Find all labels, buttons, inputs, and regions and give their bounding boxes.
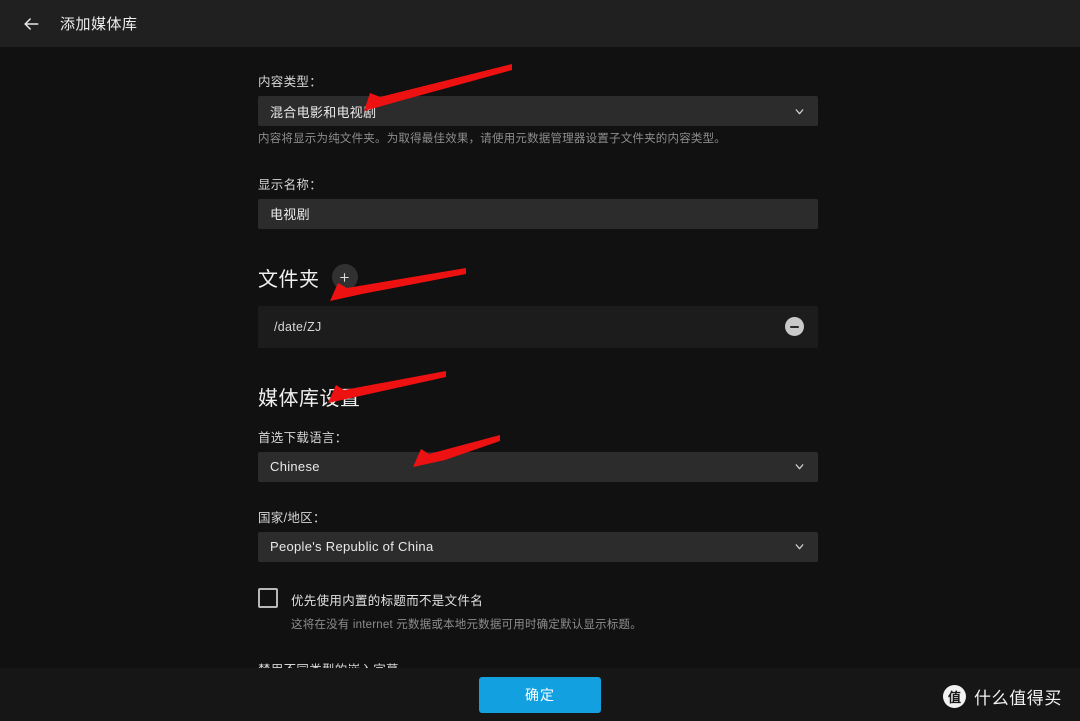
country-value: People's Republic of China: [270, 539, 434, 555]
plus-icon: [340, 272, 349, 282]
country-label: 国家/地区：: [258, 510, 326, 525]
add-folder-button[interactable]: [331, 264, 358, 291]
library-settings-header: 媒体库设置: [258, 382, 818, 411]
prefer-embedded-titles-checkbox[interactable]: [258, 587, 278, 608]
page-title: 添加媒体库: [60, 16, 138, 33]
back-button[interactable]: [14, 7, 48, 41]
content-type-field: 内容类型： 混合电影和电视剧 内容将显示为纯文件夹。为取得最佳效果，请使用元数据…: [258, 71, 818, 148]
prefer-embedded-titles-help: 这将在没有 internet 元数据或本地元数据可用时确定默认显示标题。: [291, 618, 642, 631]
country-select[interactable]: People's Republic of China: [258, 531, 818, 562]
bottom-bar: 确定: [0, 668, 1080, 721]
watermark: 值 什么值得买: [943, 684, 1062, 709]
content-type-value: 混合电影和电视剧: [270, 104, 377, 120]
preferred-language-value: Chinese: [270, 459, 320, 475]
content-type-select[interactable]: 混合电影和电视剧: [258, 96, 818, 126]
app-root: 添加媒体库 内容类型： 混合电影和电视剧 内容将显示为纯文件夹。为取得最佳效果，…: [0, 0, 1080, 721]
display-name-label: 显示名称：: [258, 177, 323, 192]
watermark-logo-icon: 值: [943, 685, 966, 708]
preferred-language-label: 首选下载语言：: [258, 430, 348, 445]
folder-path: /date/ZJ: [274, 319, 322, 334]
settings-scroll-area[interactable]: 内容类型： 混合电影和电视剧 内容将显示为纯文件夹。为取得最佳效果，请使用元数据…: [0, 47, 1080, 668]
content-type-help: 内容将显示为纯文件夹。为取得最佳效果，请使用元数据管理器设置子文件夹的内容类型。: [258, 133, 726, 145]
folders-header: 文件夹: [258, 263, 818, 292]
country-field: 国家/地区： People's Republic of China: [258, 507, 818, 562]
preferred-language-field: 首选下载语言： Chinese: [258, 427, 818, 482]
display-name-field: 显示名称： 电视剧: [258, 174, 818, 229]
folder-row[interactable]: /date/ZJ: [258, 305, 818, 348]
top-bar: 添加媒体库: [0, 0, 1080, 47]
content-type-label: 内容类型：: [258, 75, 323, 89]
watermark-text: 什么值得买: [974, 689, 1062, 708]
display-name-input[interactable]: 电视剧: [258, 198, 818, 229]
chevron-down-icon: [792, 460, 806, 474]
chevron-down-icon: [792, 540, 806, 554]
folders-title: 文件夹: [258, 268, 320, 291]
prefer-embedded-titles-row[interactable]: 优先使用内置的标题而不是文件名: [258, 587, 818, 609]
library-settings-title: 媒体库设置: [258, 387, 361, 410]
arrow-left-icon: [24, 17, 39, 30]
embedded-subtitles-field: 禁用不同类型的嵌入字幕 允许全部 禁用媒体容器中封装的字幕。 需要对媒体库进行全…: [258, 659, 818, 668]
chevron-down-icon: [792, 104, 806, 118]
display-name-value: 电视剧: [270, 207, 310, 223]
add-library-form: 内容类型： 混合电影和电视剧 内容将显示为纯文件夹。为取得最佳效果，请使用元数据…: [258, 71, 818, 668]
preferred-language-select[interactable]: Chinese: [258, 451, 818, 482]
prefer-embedded-titles-label: 优先使用内置的标题而不是文件名: [291, 593, 484, 608]
minus-circle-icon: [790, 325, 799, 328]
remove-folder-button[interactable]: [785, 317, 804, 337]
ok-button[interactable]: 确定: [479, 676, 601, 713]
embedded-subtitles-label: 禁用不同类型的嵌入字幕: [258, 659, 818, 668]
